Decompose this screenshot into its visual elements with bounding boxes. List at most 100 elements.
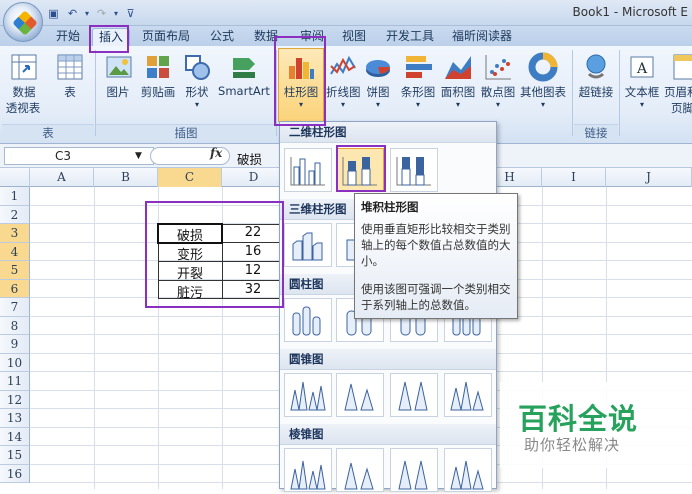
row-header[interactable]: 7: [0, 298, 30, 317]
smartart-button[interactable]: SmartArt: [216, 52, 272, 98]
pie-chart-button[interactable]: 饼图 ▾: [362, 52, 394, 109]
column-header-c[interactable]: C: [158, 168, 222, 187]
name-box-dropdown-icon[interactable]: ▼: [135, 148, 142, 164]
row-header[interactable]: 15: [0, 446, 30, 465]
smartart-icon: [229, 52, 259, 82]
svg-text:A: A: [636, 61, 648, 77]
row-header[interactable]: 13: [0, 409, 30, 428]
office-button[interactable]: [3, 2, 43, 42]
row-header[interactable]: 5: [0, 261, 30, 280]
row-header[interactable]: 10: [0, 353, 30, 372]
textbox-label: 文本框: [624, 85, 660, 99]
scatter-chart-button[interactable]: 散点图 ▾: [478, 52, 518, 109]
table-button[interactable]: 表: [54, 52, 86, 100]
table-label: 表: [64, 85, 76, 99]
other-charts-label: 其他图表: [520, 85, 566, 99]
cone-option-4[interactable]: [444, 373, 492, 417]
area-chart-dropdown-icon: ▾: [455, 100, 460, 109]
name-box-value: C3: [55, 149, 72, 163]
textbox-button[interactable]: A 文本框 ▾: [622, 52, 662, 109]
pyramid-option-4[interactable]: [444, 448, 492, 492]
hyperlink-label: 超链接: [578, 85, 614, 99]
tab-page-layout[interactable]: 页面布局: [142, 28, 190, 46]
clustered-column-option[interactable]: [284, 148, 332, 192]
ribbon-separator: [619, 50, 620, 136]
group-label-tables: 表: [2, 124, 94, 140]
row-header[interactable]: 4: [0, 242, 30, 261]
3d-clustered-column-option[interactable]: [284, 223, 332, 267]
tab-formulas[interactable]: 公式: [210, 28, 234, 46]
insert-function-icon[interactable]: fx: [210, 146, 222, 160]
cylinder-option-1[interactable]: [284, 298, 332, 342]
pyramid-option-1[interactable]: [284, 448, 332, 492]
other-charts-button[interactable]: 其他图表 ▾: [518, 52, 568, 109]
save-icon[interactable]: ▣: [46, 6, 61, 21]
row-header[interactable]: 14: [0, 427, 30, 446]
section-cone: 圆锥图: [280, 349, 496, 370]
cone-option-3[interactable]: [390, 373, 438, 417]
pyramid-option-3[interactable]: [390, 448, 438, 492]
stacked-column-tooltip: 堆积柱形图 使用垂直矩形比较相交于类别轴上的每个数值占总数值的大小。 使用该图可…: [354, 193, 518, 319]
redo-dropdown-icon[interactable]: ▾: [113, 6, 119, 21]
column-header-d[interactable]: D: [222, 168, 286, 187]
highlight-insert-tab: [89, 25, 129, 53]
area-chart-button[interactable]: 面积图 ▾: [438, 52, 478, 109]
line-chart-icon: [328, 52, 358, 82]
row-header[interactable]: 1: [0, 187, 30, 206]
bar-chart-label: 条形图: [400, 85, 436, 99]
pivot-label-bottom: 透视表: [5, 101, 41, 115]
tab-developer[interactable]: 开发工具: [386, 28, 434, 46]
undo-icon[interactable]: ↶: [65, 6, 80, 21]
highlight-stacked-column: [336, 145, 386, 192]
select-all-corner[interactable]: [0, 168, 30, 187]
cone-option-1[interactable]: [284, 373, 332, 417]
header-footer-label-bottom: 页脚: [671, 101, 692, 115]
bar-chart-dropdown-icon: ▾: [415, 100, 420, 109]
column-header-a[interactable]: A: [30, 168, 94, 187]
cone-option-2[interactable]: [336, 373, 384, 417]
row-header[interactable]: 3: [0, 224, 30, 243]
scatter-chart-dropdown-icon: ▾: [495, 100, 500, 109]
ribbon-separator: [572, 50, 573, 136]
row-header[interactable]: 11: [0, 372, 30, 391]
header-footer-label-top: 页眉和: [664, 85, 692, 99]
tab-view[interactable]: 视图: [342, 28, 366, 46]
header-footer-button[interactable]: 页眉和 页脚: [664, 52, 692, 116]
textbox-dropdown-icon: ▾: [639, 100, 644, 109]
formula-input[interactable]: 破损: [237, 149, 262, 168]
highlight-data-range: [145, 201, 284, 308]
redo-icon[interactable]: ↷: [94, 6, 109, 21]
pivot-table-button[interactable]: 数据 透视表: [4, 52, 44, 116]
row-header[interactable]: 2: [0, 205, 30, 224]
row-header[interactable]: 8: [0, 316, 30, 335]
name-box[interactable]: C3 ▼: [4, 147, 154, 165]
row-header[interactable]: 12: [0, 390, 30, 409]
watermark: 百科全说 助你轻松解决: [500, 382, 692, 468]
percent-stacked-column-option[interactable]: [390, 148, 438, 192]
column-header-i[interactable]: I: [542, 168, 606, 187]
row-header[interactable]: 6: [0, 279, 30, 298]
column-header-b[interactable]: B: [94, 168, 158, 187]
clipart-button[interactable]: 剪贴画: [139, 52, 177, 100]
highlight-column-chart: [274, 36, 326, 126]
shapes-label: 形状: [185, 85, 209, 99]
line-chart-dropdown-icon: ▾: [340, 100, 345, 109]
row-header[interactable]: 9: [0, 335, 30, 354]
line-chart-button[interactable]: 折线图 ▾: [326, 52, 361, 109]
donut-chart-icon: [528, 52, 558, 82]
row-header[interactable]: 16: [0, 464, 30, 483]
bar-chart-button[interactable]: 条形图 ▾: [398, 52, 438, 109]
pyramid-option-2[interactable]: [336, 448, 384, 492]
column-header-j[interactable]: J: [606, 168, 692, 187]
group-label-links: 链接: [574, 124, 618, 140]
customize-qat-icon[interactable]: ⊽: [123, 6, 138, 21]
picture-button[interactable]: 图片: [104, 52, 132, 100]
tab-home[interactable]: 开始: [56, 28, 80, 46]
undo-dropdown-icon[interactable]: ▾: [84, 6, 90, 21]
tab-foxit-reader[interactable]: 福昕阅读器: [452, 28, 512, 46]
area-chart-label: 面积图: [440, 85, 476, 99]
section-pyramid: 棱锥图: [280, 424, 496, 445]
area-chart-icon: [443, 52, 473, 82]
shapes-button[interactable]: 形状 ▾: [182, 52, 212, 109]
hyperlink-button[interactable]: 超链接: [576, 52, 616, 100]
